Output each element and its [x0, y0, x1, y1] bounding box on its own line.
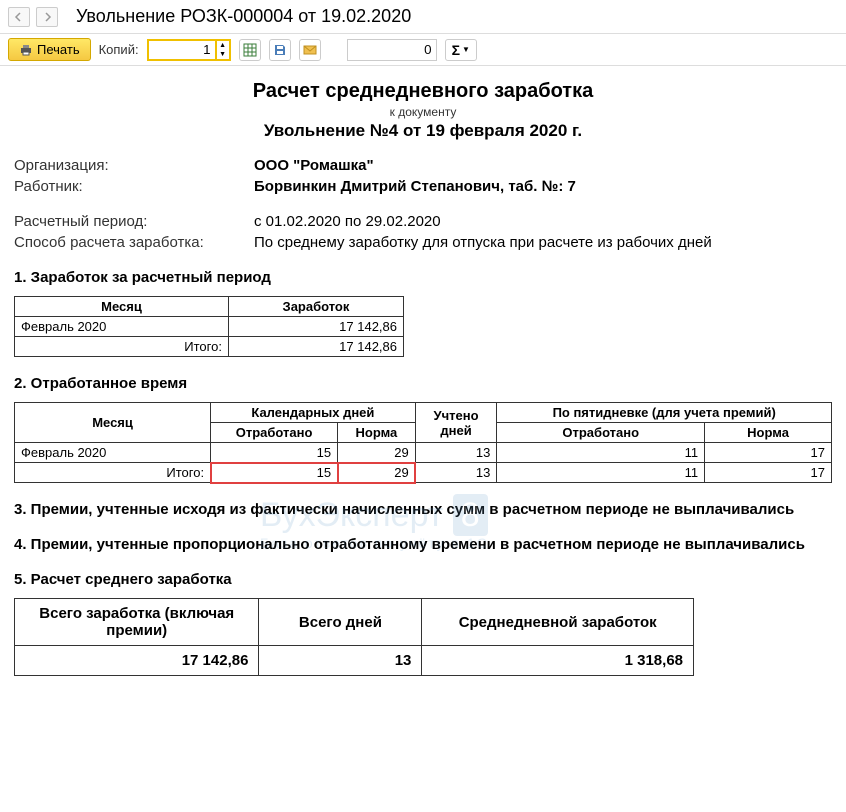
total-label: Итого:	[15, 463, 211, 483]
period-value: с 01.02.2020 по 29.02.2020	[254, 213, 441, 230]
method-value: По среднему заработку для отпуска при ра…	[254, 234, 712, 251]
arrow-right-icon	[42, 12, 52, 22]
section-3-heading: 3. Премии, учтенные исходя из фактически…	[14, 501, 832, 518]
section-2-heading: 2. Отработанное время	[14, 375, 832, 392]
col-cal-worked: Отработано	[211, 423, 338, 443]
total-five-worked: 11	[497, 463, 705, 483]
cell-five-worked: 11	[497, 443, 705, 463]
chevron-down-icon: ▼	[462, 45, 470, 54]
col-counted: Учтено дней	[415, 403, 497, 443]
table-row: 17 142,86 13 1 318,68	[15, 646, 694, 676]
earnings-table: Месяц Заработок Февраль 2020 17 142,86 И…	[14, 296, 404, 357]
section-1-heading: 1. Заработок за расчетный период	[14, 269, 832, 286]
col-month: Месяц	[15, 297, 229, 317]
document-subtitle: к документу	[14, 105, 832, 119]
cell-total-days: 13	[259, 646, 422, 676]
col-fiveday: По пятидневке (для учета премий)	[497, 403, 832, 423]
arrow-left-icon	[14, 12, 24, 22]
sigma-button[interactable]: Σ ▼	[445, 39, 477, 61]
section-4-heading: 4. Премии, учтенные пропорционально отра…	[14, 536, 832, 553]
cell-cal-worked: 15	[211, 443, 338, 463]
period-label: Расчетный период:	[14, 213, 254, 230]
cell-month: Февраль 2020	[15, 317, 229, 337]
copies-label: Копий:	[99, 42, 139, 57]
table-row: Февраль 2020 17 142,86	[15, 317, 404, 337]
total-five-norm: 17	[705, 463, 832, 483]
send-button[interactable]	[299, 39, 321, 61]
worked-time-table: Месяц Календарных дней Учтено дней По пя…	[14, 402, 832, 483]
total-cal-norm: 29	[338, 463, 416, 483]
copies-spinner[interactable]: ▲ ▼	[217, 39, 231, 61]
col-total-days: Всего дней	[259, 599, 422, 646]
col-month: Месяц	[15, 403, 211, 443]
total-row: Итого: 17 142,86	[15, 337, 404, 357]
envelope-icon	[303, 43, 317, 57]
org-value: ООО "Ромашка"	[254, 157, 374, 174]
page-title: Увольнение РОЗК-000004 от 19.02.2020	[76, 6, 411, 27]
col-calendar: Календарных дней	[211, 403, 416, 423]
save-button[interactable]	[269, 39, 291, 61]
document-reference: Увольнение №4 от 19 февраля 2020 г.	[14, 121, 832, 141]
method-label: Способ расчета заработка:	[14, 234, 254, 251]
col-five-worked: Отработано	[497, 423, 705, 443]
section-5-heading: 5. Расчет среднего заработка	[14, 571, 832, 588]
spinner-down-icon[interactable]: ▼	[217, 50, 229, 59]
average-table: Всего заработка (включая премии) Всего д…	[14, 598, 694, 676]
org-label: Организация:	[14, 157, 254, 174]
cell-counted: 13	[415, 443, 497, 463]
floppy-icon	[273, 43, 287, 57]
col-five-norm: Норма	[705, 423, 832, 443]
copies-input[interactable]	[147, 39, 217, 61]
table-row: Февраль 2020 15 29 13 11 17	[15, 443, 832, 463]
cell-cal-norm: 29	[338, 443, 416, 463]
spinner-up-icon[interactable]: ▲	[217, 41, 229, 50]
number-input[interactable]	[347, 39, 437, 61]
col-cal-norm: Норма	[338, 423, 416, 443]
col-total-earn: Всего заработка (включая премии)	[15, 599, 259, 646]
printer-icon	[19, 43, 33, 57]
grid-icon	[243, 43, 257, 57]
print-label: Печать	[37, 42, 80, 57]
cell-five-norm: 17	[705, 443, 832, 463]
print-button[interactable]: Печать	[8, 38, 91, 61]
cell-total-earn: 17 142,86	[15, 646, 259, 676]
total-label: Итого:	[15, 337, 229, 357]
cell-month: Февраль 2020	[15, 443, 211, 463]
employee-label: Работник:	[14, 178, 254, 195]
nav-forward-button[interactable]	[36, 7, 58, 27]
cell-earnings: 17 142,86	[228, 317, 403, 337]
nav-back-button[interactable]	[8, 7, 30, 27]
total-earnings: 17 142,86	[228, 337, 403, 357]
total-counted: 13	[415, 463, 497, 483]
col-average: Среднедневной заработок	[422, 599, 694, 646]
document-title: Расчет среднедневного заработка	[14, 80, 832, 103]
cell-average: 1 318,68	[422, 646, 694, 676]
total-cal-worked: 15	[211, 463, 338, 483]
preview-button[interactable]	[239, 39, 261, 61]
col-earnings: Заработок	[228, 297, 403, 317]
sigma-icon: Σ	[452, 42, 460, 58]
employee-value: Борвинкин Дмитрий Степанович, таб. №: 7	[254, 178, 576, 195]
total-row: Итого: 15 29 13 11 17	[15, 463, 832, 483]
